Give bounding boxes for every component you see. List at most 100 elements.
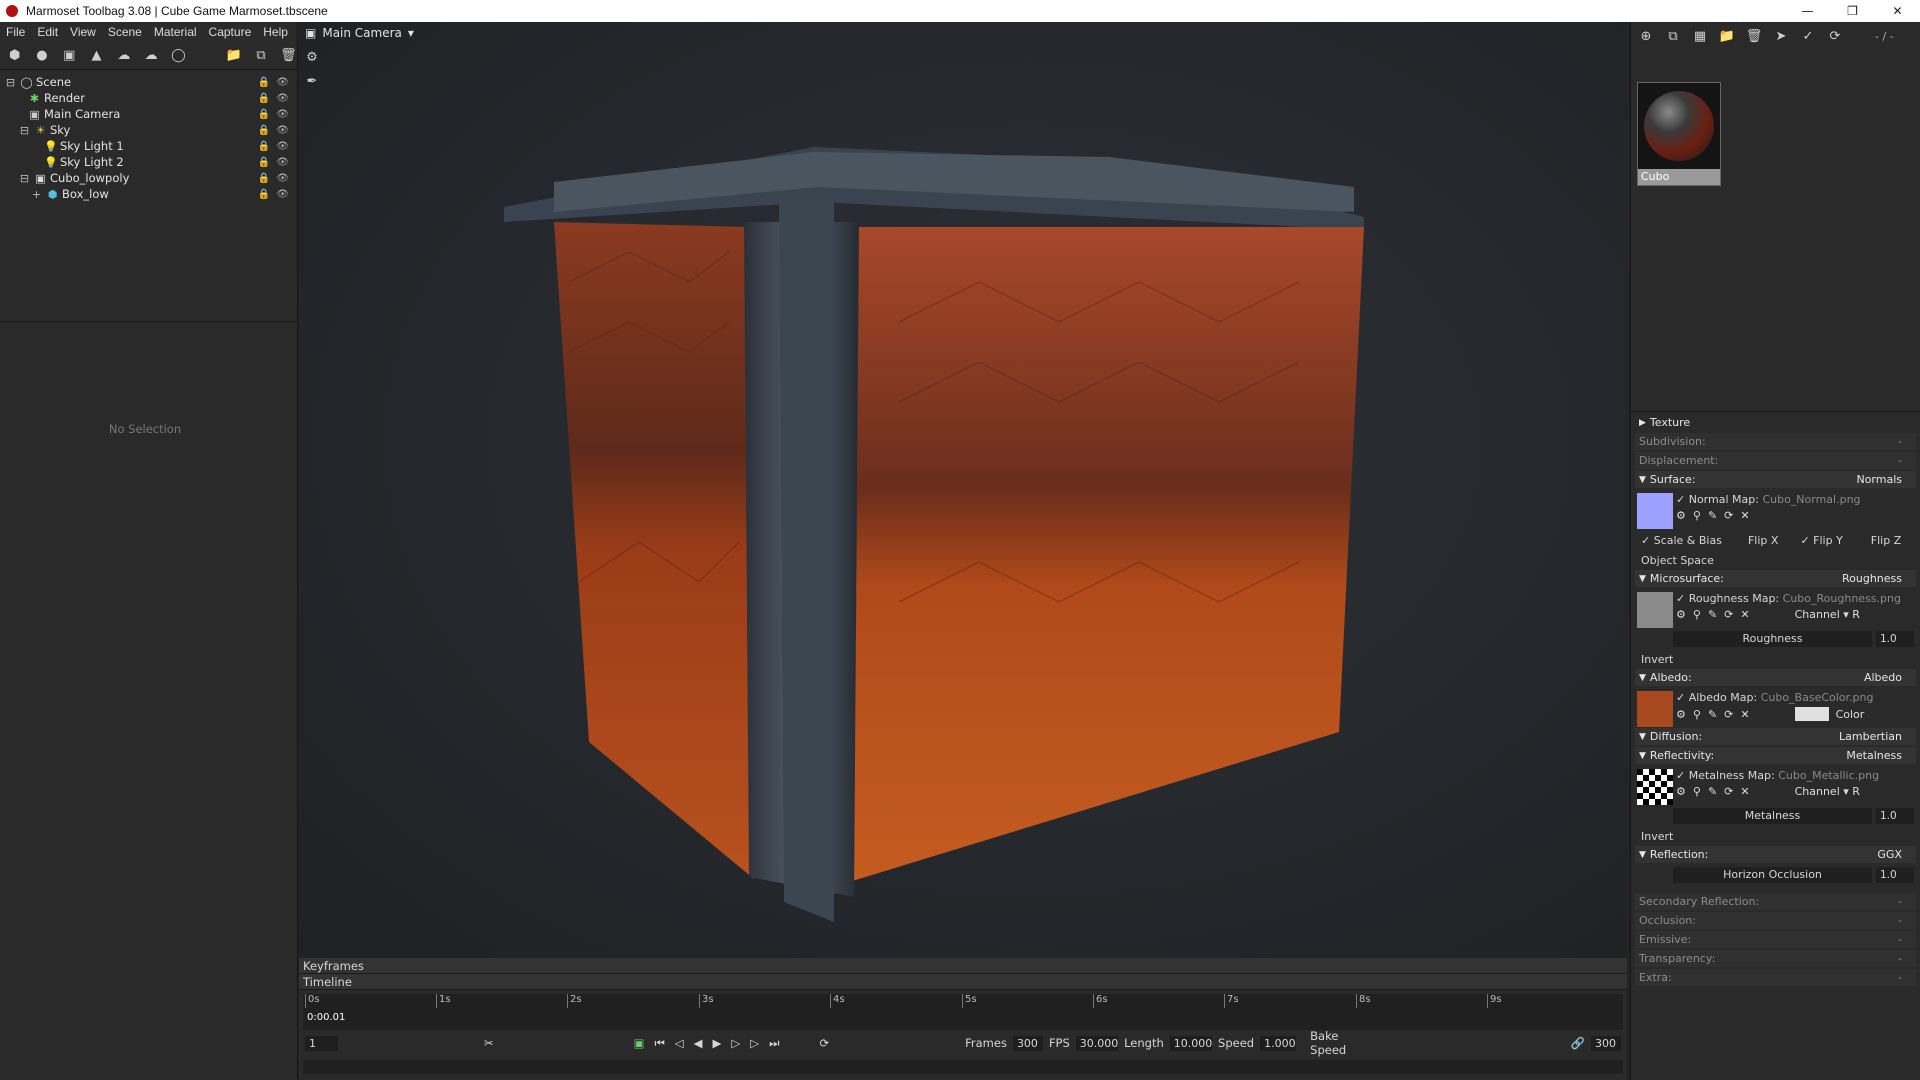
search-icon[interactable]: ⚲ (1693, 608, 1701, 621)
edit-icon[interactable]: ✎ (1708, 509, 1717, 522)
end-frame-field[interactable]: 300 (1591, 1035, 1621, 1051)
section-diffusion[interactable]: ▼ Diffusion: Lambertian (1635, 728, 1916, 745)
minimize-icon[interactable]: — (1785, 0, 1830, 22)
section-texture[interactable]: ▶ Texture (1635, 414, 1916, 431)
folder-icon[interactable]: 📁 (1718, 27, 1736, 45)
edit-icon[interactable]: ✎ (1708, 708, 1717, 721)
timeline-header[interactable]: Timeline (299, 974, 1627, 990)
add-object-icon[interactable]: ⬢ (6, 47, 23, 65)
search-icon[interactable]: ⚲ (1693, 708, 1701, 721)
bake-speed-button[interactable]: Bake Speed (1310, 1029, 1371, 1057)
lock-icon[interactable]: 🔒 (258, 157, 270, 168)
close-icon[interactable]: ✕ (1740, 785, 1749, 798)
channel-dropdown[interactable]: Channel ▾ R (1795, 608, 1860, 621)
section-reflectivity[interactable]: ▼ Reflectivity: Metalness (1635, 747, 1916, 764)
color-swatch[interactable] (1794, 707, 1829, 721)
flip-y-checkbox[interactable]: ✓ Flip Y (1800, 534, 1842, 547)
tree-item-cubo-lowpoly[interactable]: ⊟ ▣ Cubo_lowpoly 🔒 👁 (4, 170, 293, 186)
collapse-icon[interactable]: ⊟ (18, 172, 31, 185)
scissors-icon[interactable]: ✂ (484, 1036, 494, 1050)
horizon-occlusion-slider[interactable]: Horizon Occlusion (1673, 867, 1872, 883)
flip-z-checkbox[interactable]: Flip Z (1871, 534, 1901, 547)
reload-icon[interactable]: ⟳ (1724, 509, 1733, 522)
add-turntable-icon[interactable]: ◯ (170, 47, 187, 65)
length-field[interactable]: 10.000 (1169, 1035, 1212, 1051)
skip-end-icon[interactable]: ⏭ (769, 1036, 779, 1051)
eye-icon[interactable]: 👁 (276, 157, 289, 168)
menu-material[interactable]: Material (148, 25, 203, 39)
section-microsurface[interactable]: ▼ Microsurface: Roughness (1635, 570, 1916, 587)
assign-icon[interactable]: ➤ (1772, 27, 1790, 45)
section-albedo[interactable]: ▼ Albedo: Albedo (1635, 669, 1916, 686)
scale-bias-checkbox[interactable]: ✓ Scale & Bias (1641, 534, 1722, 547)
roughness-slider[interactable]: Roughness (1673, 631, 1872, 647)
metalness-map-swatch[interactable] (1637, 769, 1673, 805)
add-fog-icon[interactable]: ☁ (142, 47, 159, 65)
prev-frame-icon[interactable]: ◀ (694, 1036, 703, 1050)
step-forward-icon[interactable]: ▷ (750, 1036, 759, 1050)
expand-icon[interactable]: ⊟ (4, 76, 17, 89)
edit-icon[interactable]: ✎ (1708, 608, 1717, 621)
collapse-icon[interactable]: ⊟ (18, 124, 31, 137)
lock-icon[interactable]: 🔒 (258, 189, 270, 200)
gear-icon[interactable]: ⚙ (1676, 608, 1686, 621)
gear-icon[interactable]: ⚙ (1676, 509, 1686, 522)
eye-icon[interactable]: 👁 (276, 141, 289, 152)
section-reflection[interactable]: ▼ Reflection: GGX (1635, 846, 1916, 863)
menu-edit[interactable]: Edit (31, 25, 64, 39)
lock-icon[interactable]: 🔒 (258, 125, 270, 136)
add-camera-icon[interactable]: ▣ (61, 47, 78, 65)
close-icon[interactable]: ✕ (1740, 509, 1749, 522)
keyframe-track[interactable] (303, 1060, 1623, 1074)
close-icon[interactable]: ✕ (1740, 608, 1749, 621)
close-icon[interactable]: ✕ (1740, 708, 1749, 721)
search-icon[interactable]: ⚲ (1693, 785, 1701, 798)
section-occlusion[interactable]: Occlusion: - (1635, 912, 1916, 929)
tree-item-sky-light-2[interactable]: 💡 Sky Light 2 🔒 👁 (4, 154, 293, 170)
eye-icon[interactable]: 👁 (276, 125, 289, 136)
normal-map-swatch[interactable] (1637, 493, 1673, 529)
add-material-icon[interactable]: ⊕ (1637, 27, 1655, 45)
timeline-ruler[interactable]: 0s 1s 2s 3s 4s 5s 6s 7s 8s 9s 0:00.01 (303, 994, 1623, 1030)
step-back-icon[interactable]: ◁ (675, 1036, 684, 1050)
gear-icon[interactable]: ⚙ (1676, 708, 1686, 721)
menu-scene[interactable]: Scene (102, 25, 148, 39)
restore-icon[interactable]: ❐ (1830, 0, 1875, 22)
duplicate-material-icon[interactable]: ⧉ (1664, 27, 1682, 45)
eye-icon[interactable]: 👁 (276, 109, 289, 120)
edit-icon[interactable]: ✎ (1708, 785, 1717, 798)
folder-icon[interactable]: 📁 (225, 47, 242, 65)
eye-icon[interactable]: 👁 (276, 173, 289, 184)
tree-item-scene[interactable]: ⊟ ◯ Scene 🔒 👁 (4, 74, 293, 90)
lock-icon[interactable]: 🔒 (258, 141, 270, 152)
menu-file[interactable]: File (0, 25, 31, 39)
keyframes-header[interactable]: Keyframes (299, 958, 1627, 974)
search-icon[interactable]: ⚲ (1693, 509, 1701, 522)
flip-x-checkbox[interactable]: Flip X (1748, 534, 1778, 547)
metalness-slider[interactable]: Metalness (1673, 808, 1872, 824)
gear-icon[interactable]: ⚙ (1676, 785, 1686, 798)
roughness-invert-checkbox[interactable]: Invert (1635, 649, 1916, 669)
albedo-map-swatch[interactable] (1637, 691, 1673, 727)
channel-dropdown[interactable]: Channel ▾ R (1795, 785, 1860, 798)
tree-item-box-low[interactable]: + ⬢ Box_low 🔒 👁 (4, 186, 293, 202)
loop-icon[interactable]: ▣ (634, 1036, 645, 1050)
reload-icon[interactable]: ⟳ (1724, 708, 1733, 721)
menu-capture[interactable]: Capture (203, 25, 258, 39)
next-frame-icon[interactable]: ▷ (731, 1036, 740, 1050)
record-icon[interactable]: ⟳ (819, 1036, 829, 1050)
eye-icon[interactable]: 👁 (276, 189, 289, 200)
picker-icon[interactable]: ✓ (1799, 27, 1817, 45)
lock-icon[interactable]: 🔒 (258, 93, 270, 104)
menu-help[interactable]: Help (257, 25, 294, 39)
menu-view[interactable]: View (64, 25, 102, 39)
lock-icon[interactable]: 🔒 (258, 77, 270, 88)
skip-start-icon[interactable]: ⏮ (654, 1036, 664, 1051)
add-shadow-icon[interactable]: ▲ (88, 47, 105, 65)
link-icon[interactable]: 🔗 (1571, 1036, 1585, 1050)
section-subdivision[interactable]: Subdivision: - (1635, 433, 1916, 450)
section-surface[interactable]: ▼ Surface: Normals (1635, 471, 1916, 488)
lock-icon[interactable]: 🔒 (258, 109, 270, 120)
refresh-icon[interactable]: ⟳ (1826, 27, 1844, 45)
roughness-map-swatch[interactable] (1637, 592, 1673, 628)
